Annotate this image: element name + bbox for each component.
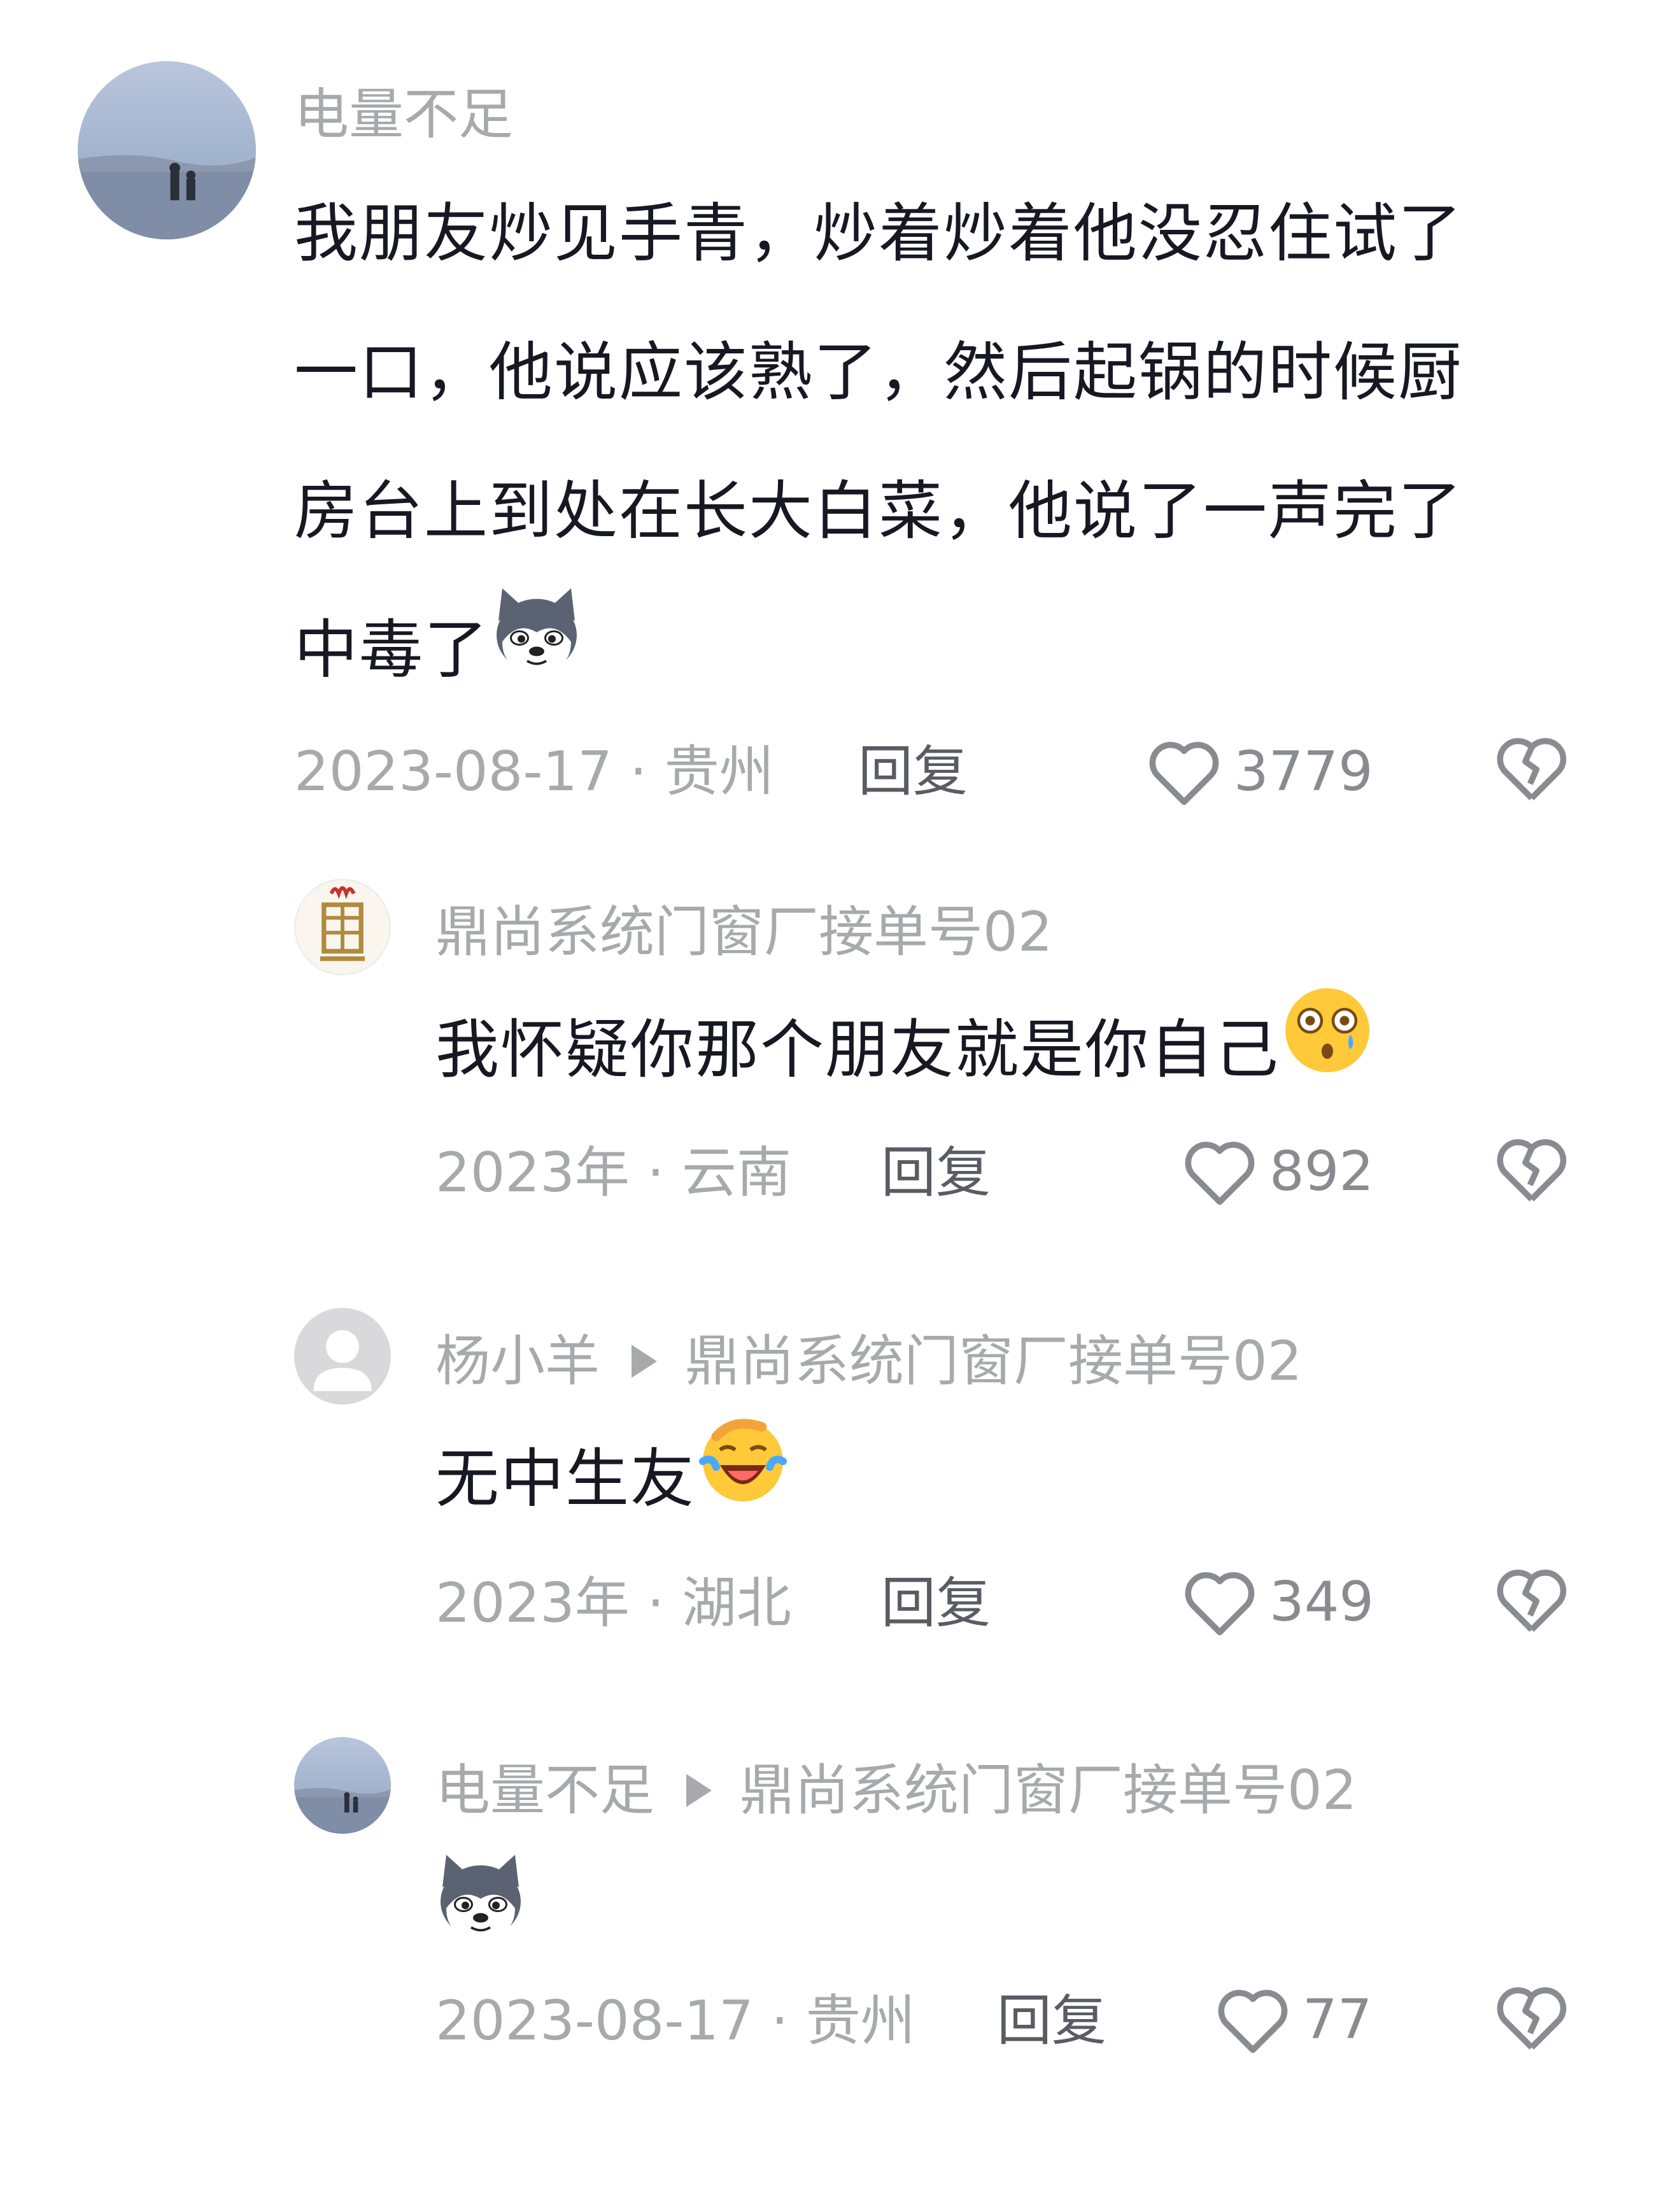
- heart-outline-icon: [1149, 742, 1219, 805]
- reply-button[interactable]: 回复: [997, 1989, 1106, 2053]
- dislike-button[interactable]: [1493, 1133, 1570, 1207]
- like-button[interactable]: 349: [1182, 1566, 1374, 1638]
- avatar[interactable]: [294, 1308, 391, 1405]
- broken-heart-icon: [1497, 1570, 1567, 1632]
- play-arrow-icon: [632, 1345, 657, 1378]
- username-text: 电量不足: [435, 1759, 654, 1822]
- comment-line-text: 我怀疑你那个朋友就是你自己: [435, 1012, 1280, 1087]
- heart-outline-icon: [1185, 1142, 1255, 1205]
- comment-username[interactable]: 鼎尚系统门窗厂接单号02: [435, 900, 1052, 964]
- comment-text: 我朋友炒见手青，炒着炒着他没忍住试了 一口，他说应该熟了，然后起锅的时候厨 房台…: [294, 164, 1463, 726]
- dislike-button[interactable]: [1493, 1982, 1570, 2055]
- username-text: 鼎尚系统门窗厂接单号02: [435, 900, 1053, 964]
- broken-heart-icon: [1497, 1987, 1567, 2050]
- comment-line-text: 无中生友: [435, 1442, 695, 1516]
- comment-meta: 2023年 · 云南: [435, 1141, 791, 1205]
- comment-line: 房台上到处在长大白菜，他说了一声完了: [294, 474, 1463, 548]
- reply-button[interactable]: 回复: [858, 740, 968, 804]
- like-count: 892: [1269, 1140, 1374, 1203]
- comment-line-last: 无中生友: [435, 1410, 791, 1555]
- husky-emoji: [433, 1849, 528, 1947]
- laugh-cry-emoji: [695, 1412, 791, 1555]
- like-count: 77: [1302, 1988, 1373, 2052]
- username-text: 电量不足: [294, 83, 513, 146]
- comment-line: 我朋友炒见手青，炒着炒着他没忍住试了: [294, 196, 1463, 271]
- like-button[interactable]: 77: [1215, 1984, 1372, 2055]
- comment-line-text: 中毒了: [294, 613, 489, 687]
- comment-text: 无中生友: [435, 1410, 791, 1555]
- avatar[interactable]: [294, 1737, 391, 1834]
- comment-line-last: 中毒了: [294, 581, 1463, 726]
- avatar-logo-image: [296, 881, 389, 974]
- dislike-button[interactable]: [1493, 1564, 1570, 1638]
- like-count: 3779: [1234, 740, 1373, 804]
- default-user-icon: [294, 1308, 391, 1405]
- username-text: 杨小羊: [435, 1329, 600, 1393]
- comment-line-last: 我怀疑你那个朋友就是你自己: [435, 981, 1375, 1126]
- reply-button[interactable]: 回复: [881, 1571, 991, 1635]
- comment-username[interactable]: 杨小羊 鼎尚系统门窗厂接单号02: [435, 1329, 1302, 1393]
- husky-emoji: [489, 583, 584, 726]
- reply-to-text: 鼎尚系统门窗厂接单号02: [685, 1329, 1302, 1393]
- avatar[interactable]: [78, 61, 256, 239]
- comment-username[interactable]: 电量不足 鼎尚系统门窗厂接单号02: [435, 1759, 1357, 1822]
- comment-meta: 2023年 · 湖北: [435, 1571, 791, 1635]
- broken-heart-icon: [1497, 738, 1567, 800]
- comment-username[interactable]: 电量不足: [294, 83, 513, 146]
- shocked-tear-emoji: [1280, 982, 1375, 1126]
- like-count: 349: [1269, 1570, 1374, 1634]
- avatar[interactable]: [294, 879, 391, 975]
- reply-button[interactable]: 回复: [881, 1141, 991, 1205]
- comment-line: 一口，他说应该熟了，然后起锅的时候厨: [294, 335, 1463, 409]
- dislike-button[interactable]: [1493, 732, 1570, 806]
- comment-meta: 2023-08-17 · 贵州: [435, 1989, 915, 2053]
- play-arrow-icon: [686, 1774, 712, 1807]
- comment-text: 我怀疑你那个朋友就是你自己: [435, 981, 1375, 1126]
- avatar-landscape-image: [294, 1737, 391, 1834]
- reply-to-text: 鼎尚系统门窗厂接单号02: [740, 1759, 1357, 1822]
- like-button[interactable]: 892: [1182, 1136, 1374, 1207]
- comment-meta: 2023-08-17 · 贵州: [294, 740, 774, 804]
- heart-outline-icon: [1218, 1990, 1288, 2053]
- broken-heart-icon: [1497, 1139, 1567, 1202]
- avatar-landscape-image: [78, 61, 256, 239]
- heart-outline-icon: [1185, 1572, 1255, 1636]
- like-button[interactable]: 3779: [1146, 736, 1373, 807]
